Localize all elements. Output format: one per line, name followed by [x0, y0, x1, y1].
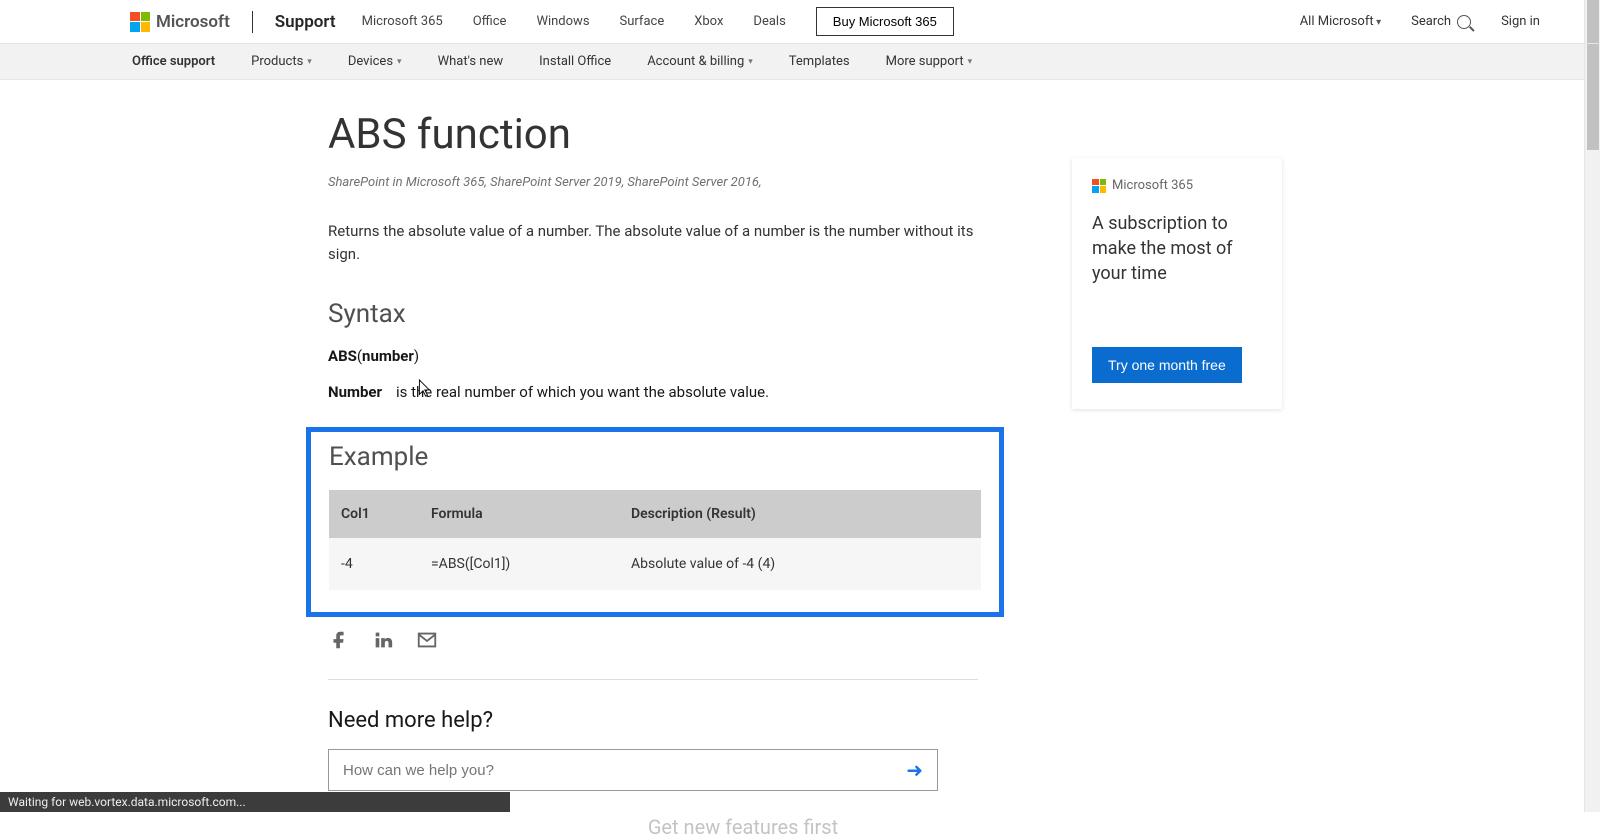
- example-table: Col1 Formula Description (Result) -4 =AB…: [329, 490, 981, 590]
- subnav-account-billing[interactable]: Account & billing▾: [647, 54, 753, 69]
- all-microsoft-dropdown[interactable]: All Microsoft: [1300, 14, 1381, 29]
- applies-to: SharePoint in Microsoft 365, SharePoint …: [328, 175, 978, 190]
- top-nav: Microsoft 365 Office Windows Surface Xbo…: [362, 14, 786, 29]
- get-new-features: Get new features first: [508, 815, 978, 839]
- subnav-office-support[interactable]: Office support: [132, 54, 215, 69]
- scrollbar[interactable]: [1584, 0, 1600, 812]
- help-search-input[interactable]: [343, 762, 906, 779]
- microsoft-logo-icon: [1092, 179, 1106, 193]
- nav-m365[interactable]: Microsoft 365: [362, 14, 443, 29]
- page-title: ABS function: [328, 110, 978, 159]
- subnav-install-office[interactable]: Install Office: [539, 54, 611, 69]
- example-box: Example Col1 Formula Description (Result…: [306, 427, 1004, 617]
- syntax-signature: ABS(number): [328, 347, 978, 365]
- main: ABS function SharePoint in Microsoft 365…: [0, 80, 1600, 839]
- search-button[interactable]: Search: [1411, 14, 1471, 29]
- global-header: Microsoft Support Microsoft 365 Office W…: [0, 0, 1600, 44]
- intro-paragraph: Returns the absolute value of a number. …: [328, 220, 978, 265]
- promo-card: Microsoft 365 A subscription to make the…: [1072, 158, 1282, 409]
- divider: [252, 11, 253, 33]
- article: ABS function SharePoint in Microsoft 365…: [328, 110, 978, 839]
- buy-microsoft-365-button[interactable]: Buy Microsoft 365: [816, 7, 954, 36]
- search-label: Search: [1411, 14, 1451, 29]
- cell-col1: -4: [329, 538, 419, 590]
- need-more-help-heading: Need more help?: [328, 708, 978, 733]
- brand-text: Microsoft: [156, 12, 230, 32]
- nav-windows[interactable]: Windows: [536, 14, 589, 29]
- th-desc: Description (Result): [619, 490, 981, 538]
- linkedin-icon[interactable]: [372, 629, 394, 651]
- syntax-heading: Syntax: [328, 299, 978, 329]
- search-icon: [1457, 15, 1471, 29]
- arrow-right-icon[interactable]: ➜: [906, 758, 923, 782]
- nav-office[interactable]: Office: [473, 14, 507, 29]
- subnav-products[interactable]: Products▾: [251, 54, 312, 69]
- nav-xbox[interactable]: Xbox: [694, 14, 723, 29]
- help-search[interactable]: ➜: [328, 749, 938, 791]
- param-number: Numberis the real number of which you wa…: [328, 383, 978, 401]
- status-bar: Waiting for web.vortex.data.microsoft.co…: [0, 792, 510, 812]
- subnav-devices[interactable]: Devices▾: [348, 54, 402, 69]
- sub-nav: Office support Products▾ Devices▾ What's…: [0, 44, 1600, 80]
- share-row: [328, 629, 978, 651]
- signin-link[interactable]: Sign in: [1501, 14, 1540, 29]
- top-right-nav: All Microsoft Search Sign in: [1300, 14, 1540, 29]
- microsoft-logo[interactable]: Microsoft: [130, 12, 230, 32]
- nav-surface[interactable]: Surface: [620, 14, 665, 29]
- promo-header: Microsoft 365: [1092, 178, 1262, 193]
- th-col1: Col1: [329, 490, 419, 538]
- promo-text: A subscription to make the most of your …: [1092, 211, 1262, 287]
- microsoft-logo-icon: [130, 12, 150, 32]
- promo-head-text: Microsoft 365: [1112, 178, 1193, 193]
- subnav-whats-new[interactable]: What's new: [438, 54, 504, 69]
- cell-formula: =ABS([Col1]): [419, 538, 619, 590]
- cell-desc: Absolute value of -4 (4): [619, 538, 981, 590]
- th-formula: Formula: [419, 490, 619, 538]
- email-icon[interactable]: [416, 629, 438, 651]
- nav-deals[interactable]: Deals: [753, 14, 785, 29]
- example-heading: Example: [329, 442, 981, 472]
- table-row: -4 =ABS([Col1]) Absolute value of -4 (4): [329, 538, 981, 590]
- divider: [328, 679, 978, 680]
- facebook-icon[interactable]: [328, 629, 350, 651]
- sidebar: Microsoft 365 A subscription to make the…: [1072, 110, 1282, 839]
- try-free-button[interactable]: Try one month free: [1092, 347, 1242, 383]
- subnav-templates[interactable]: Templates: [789, 54, 850, 69]
- support-brand[interactable]: Support: [275, 12, 336, 32]
- subnav-more-support[interactable]: More support▾: [886, 54, 973, 69]
